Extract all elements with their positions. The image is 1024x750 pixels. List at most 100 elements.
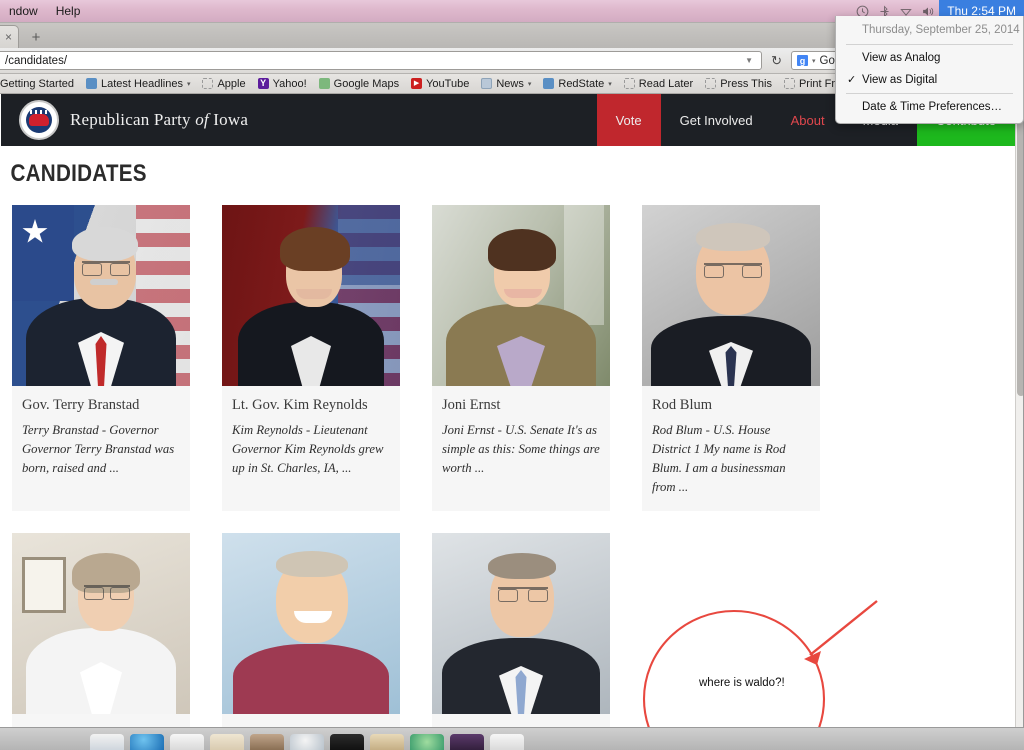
bookmark-label: Yahoo!: [272, 77, 307, 90]
candidate-name[interactable]: Steve King: [232, 725, 390, 727]
candidate-card[interactable]: Rod Blum Rod Blum - U.S. House District …: [642, 205, 820, 511]
menu-item-view-as-analog[interactable]: View as Analog: [836, 47, 1023, 69]
candidate-card[interactable]: Steve King: [222, 533, 400, 727]
web-page-content: Republican Party of Iowa Vote Get Involv…: [0, 94, 1023, 727]
dock-icon-mail[interactable]: [170, 734, 204, 750]
bookmark-latest-headlines[interactable]: Latest Headlines ▾: [81, 77, 195, 91]
bookmark-label: Google Maps: [333, 77, 400, 90]
bookmark-news[interactable]: News ▾: [476, 77, 536, 91]
menu-item-view-as-digital[interactable]: ✓ View as Digital: [836, 69, 1023, 91]
candidate-name[interactable]: Joni Ernst: [442, 397, 600, 414]
bookmark-icon: [623, 78, 635, 89]
candidate-description: Rod Blum - U.S. House District 1 My name…: [652, 423, 786, 494]
chevron-down-icon[interactable]: ▾: [608, 80, 612, 88]
brand-post: Iowa: [208, 110, 249, 129]
candidate-name[interactable]: David Young: [442, 725, 600, 727]
clock-dropdown-menu[interactable]: Thursday, September 25, 2014 View as Ana…: [835, 16, 1024, 124]
macos-dock[interactable]: [0, 732, 1024, 750]
dock-icon-files[interactable]: [490, 734, 524, 750]
bookmark-label: News: [496, 77, 524, 90]
nav-item-about[interactable]: About: [772, 94, 844, 146]
candidate-info: David Young: [432, 714, 610, 727]
candidate-name[interactable]: Gov. Terry Branstad: [22, 397, 180, 414]
bookmark-press-this[interactable]: Press This: [700, 77, 777, 91]
dock-icon-finder[interactable]: [90, 734, 124, 750]
candidate-photo: [432, 205, 610, 386]
rss-icon: [86, 78, 97, 89]
page-body: CANDIDATES Gov. Terry Branstad Terry Bra…: [0, 146, 1023, 727]
youtube-icon: ▶: [411, 78, 423, 89]
menu-separator: [846, 44, 1013, 45]
close-icon[interactable]: ×: [5, 30, 12, 44]
candidate-name[interactable]: Mariannette Miller-Meeks: [22, 725, 180, 727]
menu-item-label: View as Analog: [862, 52, 941, 64]
candidate-card[interactable]: Gov. Terry Branstad Terry Branstad - Gov…: [12, 205, 190, 511]
dock-icon-maps[interactable]: [410, 734, 444, 750]
candidate-info: Rod Blum Rod Blum - U.S. House District …: [642, 386, 820, 511]
menu-item-label: View as Digital: [862, 74, 938, 86]
candidate-card[interactable]: Joni Ernst Joni Ernst - U.S. Senate It's…: [432, 205, 610, 511]
reload-icon[interactable]: ↻: [768, 53, 785, 69]
dock-icon-notes[interactable]: [210, 734, 244, 750]
chevron-down-icon[interactable]: ▾: [187, 80, 191, 88]
dock-icon-safari[interactable]: [290, 734, 324, 750]
gop-iowa-logo-icon: [19, 100, 59, 140]
candidate-card[interactable]: Mariannette Miller-Meeks: [12, 533, 190, 727]
chevron-down-icon[interactable]: ▼: [741, 56, 757, 65]
bookmark-label: Apple: [217, 77, 246, 90]
scrollbar-thumb[interactable]: [1017, 96, 1023, 396]
google-icon[interactable]: g: [797, 55, 808, 66]
candidate-info: Steve King: [222, 714, 400, 727]
menu-window[interactable]: ndow: [0, 0, 47, 22]
url-text: /candidates/: [5, 54, 68, 67]
chevron-down-icon[interactable]: ▾: [528, 80, 532, 88]
dock-icon-terminal[interactable]: [330, 734, 364, 750]
dock-icon-browser[interactable]: [130, 734, 164, 750]
menu-item-date-time-preferences[interactable]: Date & Time Preferences…: [836, 96, 1023, 118]
nav-item-vote[interactable]: Vote: [596, 94, 661, 146]
checkmark-icon: ✓: [847, 74, 857, 86]
site-brand-text: Republican Party of Iowa: [70, 110, 248, 130]
google-maps-icon: [318, 78, 330, 89]
bookmark-label: RedState: [558, 77, 605, 90]
bookmark-read-later[interactable]: Read Later: [619, 77, 698, 91]
nav-item-get-involved[interactable]: Get Involved: [661, 94, 772, 146]
bookmark-label: Getting Started: [0, 77, 74, 90]
bookmark-yahoo[interactable]: Y Yahoo!: [253, 77, 312, 91]
candidates-grid: Gov. Terry Branstad Terry Branstad - Gov…: [1, 205, 1023, 727]
candidate-info: Joni Ernst Joni Ernst - U.S. Senate It's…: [432, 386, 610, 492]
bookmark-apple[interactable]: Apple: [197, 77, 250, 91]
candidate-photo: [12, 205, 190, 386]
tab-title: …: [0, 31, 1, 43]
candidate-photo: [222, 533, 400, 714]
candidate-name[interactable]: Lt. Gov. Kim Reynolds: [232, 397, 390, 414]
bookmark-label: Latest Headlines: [101, 77, 183, 90]
candidate-description: Kim Reynolds - Lieutenant Governor Kim R…: [232, 423, 384, 475]
address-bar[interactable]: /candidates/ ▼: [0, 51, 763, 70]
menu-item-label: Date & Time Preferences…: [862, 101, 1002, 113]
browser-tab-active[interactable]: … ×: [0, 25, 19, 48]
dock-icon-sketch[interactable]: [370, 734, 404, 750]
bookmark-getting-started[interactable]: Getting Started: [0, 77, 79, 91]
candidate-photo: [432, 533, 610, 714]
firefox-window: … × + /candidates/ ▼ ↻ g ▾ Google Gettin…: [0, 22, 1024, 728]
dock-icon-photos[interactable]: [250, 734, 284, 750]
menu-help[interactable]: Help: [47, 0, 90, 22]
apple-icon: [202, 78, 214, 89]
candidate-info: Gov. Terry Branstad Terry Branstad - Gov…: [12, 386, 190, 492]
candidate-card[interactable]: Lt. Gov. Kim Reynolds Kim Reynolds - Lie…: [222, 205, 400, 511]
candidate-card[interactable]: David Young: [432, 533, 610, 727]
bookmark-youtube[interactable]: ▶ YouTube: [406, 77, 474, 91]
chevron-down-icon[interactable]: ▾: [812, 57, 816, 65]
candidate-info: Mariannette Miller-Meeks: [12, 714, 190, 727]
clock-menu-date: Thursday, September 25, 2014: [862, 24, 1020, 36]
candidate-description: Joni Ernst - U.S. Senate It's as simple …: [442, 423, 600, 475]
page-scrollbar[interactable]: [1015, 94, 1023, 727]
bookmark-google-maps[interactable]: Google Maps: [314, 77, 404, 91]
site-brand[interactable]: Republican Party of Iowa: [1, 94, 248, 146]
bookmark-redstate[interactable]: RedState ▾: [538, 77, 616, 91]
candidate-name[interactable]: Rod Blum: [652, 397, 810, 414]
new-tab-button[interactable]: +: [21, 27, 51, 48]
bookmark-label: YouTube: [426, 77, 470, 90]
dock-icon-misc[interactable]: [450, 734, 484, 750]
